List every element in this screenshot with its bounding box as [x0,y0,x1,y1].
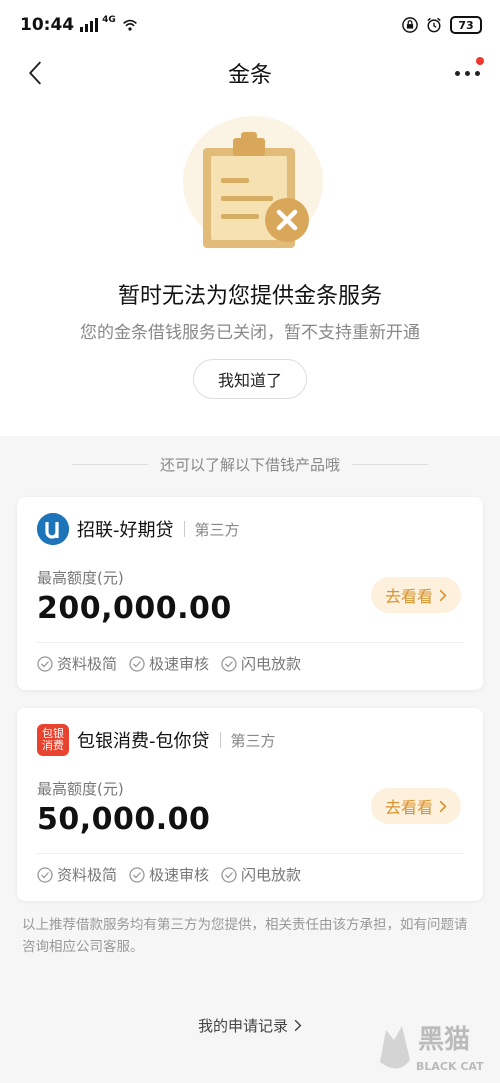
name-separator [183,521,185,537]
notification-dot [476,57,484,65]
limit-value: 50,000.00 [37,802,211,837]
check-circle-icon [221,866,237,883]
status-bar: 10:44 4G 73 [0,0,500,50]
card-divider [37,853,463,854]
feature-item: 极速审核 [129,653,209,674]
screen: 10:44 4G 73 金条 暂时无法为您提供金条服务 您的金条借钱服务已关闭，… [0,0,500,1083]
go-see-label: 去看看 [384,587,433,606]
network-type: 4G [102,15,116,25]
feature-item: 资料极简 [37,653,117,674]
notice-title: 暂时无法为您提供金条服务 [117,284,382,309]
status-left: 10:44 4G [20,15,138,35]
feature-label: 极速审核 [149,655,210,673]
feature-label: 闪电放款 [241,866,302,884]
zhaolian-logo-icon [37,513,69,545]
chevron-right-icon [439,800,447,812]
go-see-button[interactable]: 去看看 [371,788,461,824]
feature-label: 极速审核 [149,866,210,884]
back-arrow-icon [29,61,41,85]
got-it-button[interactable]: 我知道了 [193,359,307,399]
check-circle-icon [129,655,145,672]
name-separator [219,732,221,748]
feature-item: 资料极简 [37,864,117,885]
card-divider [37,642,463,643]
limit-label: 最高额度(元) [37,569,124,587]
alarm-icon [427,17,441,33]
go-see-button[interactable]: 去看看 [371,577,461,613]
product-card[interactable]: 招联-好期贷 第三方 最高额度(元) 200,000.00 去看看 资料极简 极… [17,497,483,690]
check-circle-icon [37,655,53,672]
feature-list: 资料极简 极速审核 闪电放款 [37,653,301,674]
black-cat-logo-icon: 黑猫 BLACK CAT [380,1025,484,1073]
check-circle-icon [221,655,237,672]
page-title: 金条 [227,63,272,88]
lock-icon [402,17,418,33]
feature-label: 闪电放款 [241,655,302,673]
product-card[interactable]: 包银 消费 包银消费-包你贷 第三方 最高额度(元) 50,000.00 去看看… [17,708,483,901]
card-header: 包银 消费 包银消费-包你贷 第三方 [37,724,276,756]
notice-subtitle: 您的金条借钱服务已关闭，暂不支持重新开通 [80,323,420,343]
product-name: 包银消费-包你贷 [77,731,210,752]
limit-label: 最高额度(元) [37,780,124,798]
back-button[interactable] [20,58,50,88]
wifi-icon [122,19,137,31]
feature-item: 极速审核 [129,864,209,885]
divider-line-right [352,463,428,465]
check-circle-icon [129,866,145,883]
clipboard-error-icon [183,116,323,248]
go-see-label: 去看看 [384,798,433,817]
black-cat-watermark: 黑猫 BLACK CAT [372,1000,490,1080]
divider-line-left [71,463,148,465]
status-time: 10:44 [20,15,75,35]
battery-indicator: 73 [450,16,482,34]
notice-section: 暂时无法为您提供金条服务 您的金条借钱服务已关闭，暂不支持重新开通 我知道了 [0,96,500,436]
feature-item: 闪电放款 [221,653,301,674]
check-circle-icon [37,866,53,883]
chevron-right-icon [439,589,447,601]
feature-list: 资料极简 极速审核 闪电放款 [37,864,301,885]
chevron-right-icon [294,1019,302,1032]
section-divider: 还可以了解以下借钱产品哦 [0,436,500,492]
product-name: 招联-好期贷 [77,520,174,541]
nav-bar: 金条 [0,50,500,96]
feature-label: 资料极简 [57,655,118,673]
watermark-text-cn: 黑猫 [418,1025,470,1055]
card-header: 招联-好期贷 第三方 [37,513,240,545]
feature-item: 闪电放款 [221,864,301,885]
divider-text: 还可以了解以下借钱产品哦 [159,455,340,474]
product-tag: 第三方 [230,731,276,750]
baoyin-logo-icon: 包银 消费 [37,724,69,756]
signal-icon [80,18,99,32]
feature-label: 资料极简 [57,866,118,884]
status-right: 73 [402,16,482,34]
more-icon [454,70,480,76]
product-tag: 第三方 [194,520,240,539]
limit-value: 200,000.00 [37,591,232,626]
more-button[interactable] [450,57,484,86]
logo-text-line: 消费 [42,739,64,752]
disclaimer-text: 以上推荐借款服务均有第三方为您提供，相关责任由该方承担，如有问题请咨询相应公司客… [22,917,468,955]
watermark-text-en: BLACK CAT [416,1060,484,1073]
records-link-label: 我的申请记录 [197,1017,288,1035]
